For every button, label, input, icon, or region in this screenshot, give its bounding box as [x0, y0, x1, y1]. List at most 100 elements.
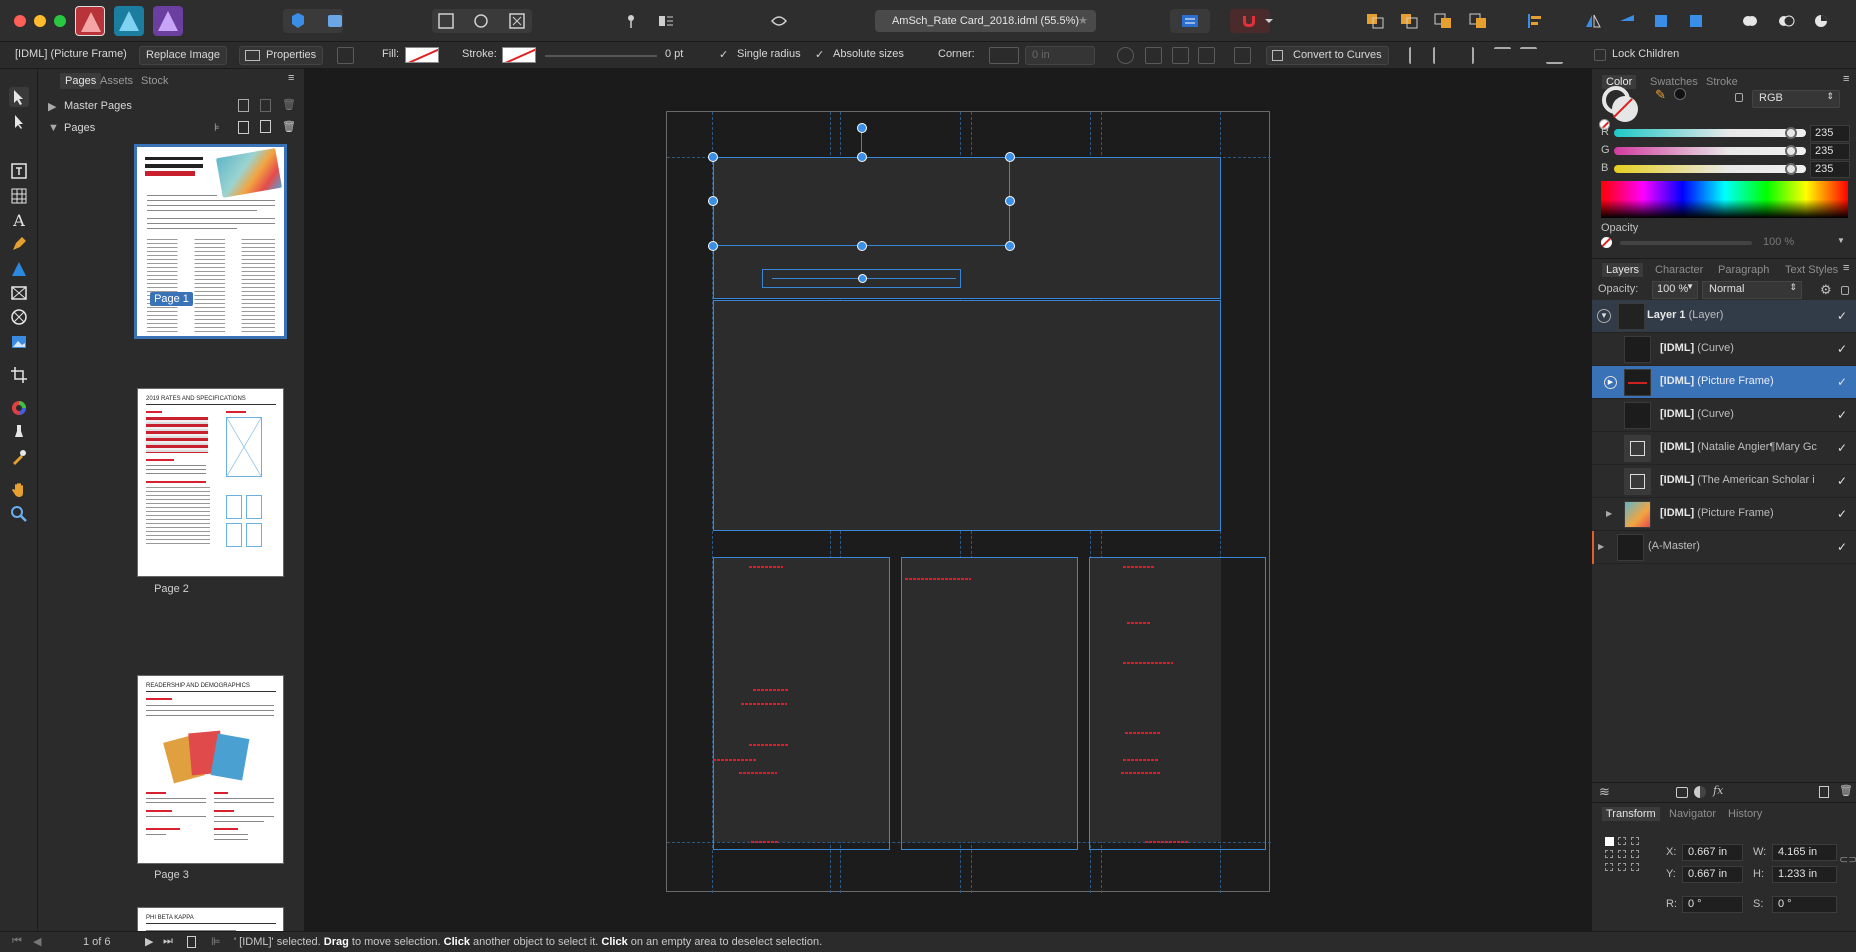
g-slider-knob[interactable] — [1784, 145, 1797, 157]
align-top-edges-icon[interactable] — [1494, 47, 1511, 64]
layers-stack-icon[interactable]: ≋ — [1599, 784, 1610, 800]
gear-icon[interactable]: ⚙ — [1820, 282, 1832, 298]
text-wrap-icon[interactable] — [655, 11, 677, 31]
last-page-icon[interactable]: ⏭ — [163, 935, 173, 948]
pages-section[interactable]: Pages — [64, 122, 95, 134]
visibility-checkbox[interactable]: ✓ — [1837, 474, 1847, 488]
boolean-subtract-icon[interactable] — [1775, 11, 1797, 31]
fill-swatch[interactable] — [405, 47, 439, 63]
b-slider-knob[interactable] — [1784, 163, 1797, 175]
eyedropper-icon[interactable]: ✎ — [1655, 87, 1666, 103]
flip-horizontal-icon[interactable] — [1582, 11, 1604, 31]
tab-assets[interactable]: Assets — [100, 75, 133, 87]
g-value[interactable]: 235 — [1810, 143, 1850, 160]
view-mode-clip-icon[interactable] — [506, 11, 528, 31]
add-page-icon[interactable] — [238, 121, 249, 134]
color-mode-dropdown[interactable]: RGB ⇕ — [1752, 90, 1840, 108]
minimize-window-button[interactable] — [34, 15, 46, 27]
layer-row-curve-2[interactable]: [IDML] (Curve) ✓ — [1592, 399, 1856, 432]
layers-panel-menu-icon[interactable]: ≡ — [1843, 262, 1849, 274]
handle-bottom-right[interactable] — [1005, 241, 1015, 251]
opacity-no-fill-icon[interactable] — [1601, 237, 1612, 248]
vector-crop-tool-icon[interactable] — [9, 365, 29, 385]
align-right-edges-icon[interactable] — [1457, 47, 1474, 64]
artistic-text-tool-icon[interactable]: A — [9, 210, 29, 230]
page-2-thumbnail[interactable]: 2019 RATES AND SPECIFICATIONS — [137, 388, 284, 577]
g-slider[interactable] — [1614, 145, 1806, 157]
distribute-icon[interactable] — [1198, 47, 1215, 64]
align-left-edges-icon[interactable] — [1409, 47, 1426, 64]
add-layer-icon[interactable] — [1819, 786, 1829, 798]
b-value[interactable]: 235 — [1810, 161, 1850, 178]
tab-character[interactable]: Character — [1655, 264, 1703, 276]
y-field[interactable]: 0.667 in — [1682, 866, 1743, 883]
page-1-thumbnail[interactable] — [134, 144, 287, 339]
align-middles-icon[interactable] — [1520, 47, 1537, 64]
expand-layer-icon[interactable]: ▶ — [1604, 376, 1617, 389]
layer-row-curve-1[interactable]: [IDML] (Curve) ✓ — [1592, 333, 1856, 366]
close-window-button[interactable] — [14, 15, 26, 27]
text-column-2-frame[interactable] — [901, 557, 1078, 850]
w-field[interactable]: 4.165 in — [1772, 844, 1837, 861]
hand-tool-icon[interactable] — [9, 480, 29, 500]
eyedropper-tool-icon[interactable] — [9, 447, 29, 467]
lock-layer-icon[interactable] — [1841, 286, 1849, 295]
visibility-checkbox[interactable]: ✓ — [1837, 441, 1847, 455]
b-slider[interactable] — [1614, 163, 1806, 175]
selected-picture-frame[interactable] — [713, 157, 1010, 246]
flip-vertical-icon[interactable] — [1616, 11, 1638, 31]
corner-type-dropdown[interactable] — [989, 47, 1019, 64]
delete-master-icon[interactable]: 🗑 — [282, 98, 296, 111]
boolean-intersect-icon[interactable] — [1810, 11, 1832, 31]
anchor-point-grid[interactable] — [1605, 837, 1639, 871]
text-frame-icon[interactable] — [1179, 11, 1201, 31]
r-slider-knob[interactable] — [1784, 127, 1797, 139]
handle-top-right[interactable] — [1005, 152, 1015, 162]
visibility-checkbox[interactable]: ✓ — [1837, 540, 1847, 554]
node-tool-icon[interactable] — [9, 112, 29, 132]
master-pages-section[interactable]: Master Pages — [64, 100, 132, 112]
page-4-thumbnail[interactable]: PHI BETA KAPPA — [137, 907, 284, 931]
view-mode-normal-icon[interactable] — [435, 11, 457, 31]
rotation-field[interactable]: 0 ° — [1682, 896, 1743, 913]
boolean-add-icon[interactable] — [1739, 11, 1761, 31]
r-slider[interactable] — [1614, 127, 1806, 139]
share-icon[interactable] — [287, 11, 309, 31]
color-spectrum[interactable] — [1601, 181, 1848, 218]
rectangle-frame-tool-icon[interactable] — [9, 283, 29, 303]
stroke-width-value[interactable]: 0 pt — [665, 48, 683, 60]
tab-navigator[interactable]: Navigator — [1669, 808, 1716, 820]
absolute-sizes-checkbox[interactable]: ✓ — [815, 48, 824, 61]
corner-radius-field[interactable]: 0 in — [1025, 46, 1095, 65]
layer-row-a-master[interactable]: ▶ (A-Master) ✓ — [1592, 531, 1856, 564]
blend-mode-dropdown[interactable]: Normal ⇕ — [1702, 281, 1802, 299]
align-centers-icon[interactable] — [1433, 47, 1450, 64]
arrange-front-icon[interactable] — [1467, 11, 1489, 31]
move-tool-icon[interactable] — [9, 87, 29, 107]
show-bounding-icon[interactable] — [1145, 47, 1162, 64]
shear-field[interactable]: 0 ° — [1772, 896, 1837, 913]
page-3-thumbnail[interactable]: READERSHIP AND DEMOGRAPHICS — [137, 675, 284, 864]
convert-to-curves-button[interactable]: Convert to Curves — [1266, 46, 1389, 65]
handle-top-middle[interactable] — [857, 152, 867, 162]
handle-middle-left[interactable] — [708, 196, 718, 206]
h-field[interactable]: 1.233 in — [1772, 866, 1837, 883]
handle-bottom-left[interactable] — [708, 241, 718, 251]
duplicate-page-icon[interactable] — [260, 120, 271, 133]
designer-app-icon[interactable] — [114, 6, 144, 36]
snapping-magnet-icon[interactable] — [1238, 11, 1260, 31]
replace-image-button[interactable]: Replace Image — [139, 46, 227, 65]
lock-icon[interactable] — [1735, 93, 1743, 102]
duplicate-master-icon[interactable] — [260, 99, 271, 112]
page-options-icon[interactable]: ⊧ — [214, 121, 220, 134]
cover-image-frame[interactable] — [713, 300, 1221, 531]
photo-app-icon[interactable] — [153, 6, 183, 36]
delete-page-icon[interactable]: 🗑 — [282, 120, 296, 133]
picked-color-dot[interactable] — [1674, 88, 1686, 100]
lock-children-checkbox[interactable] — [1594, 49, 1606, 61]
arrange-back-icon[interactable] — [1364, 11, 1386, 31]
visibility-checkbox[interactable]: ✓ — [1837, 507, 1847, 521]
transform-origin-icon[interactable] — [1117, 47, 1134, 64]
color-picker-wheel-icon[interactable] — [9, 398, 29, 418]
convert-icon[interactable] — [1234, 47, 1251, 64]
